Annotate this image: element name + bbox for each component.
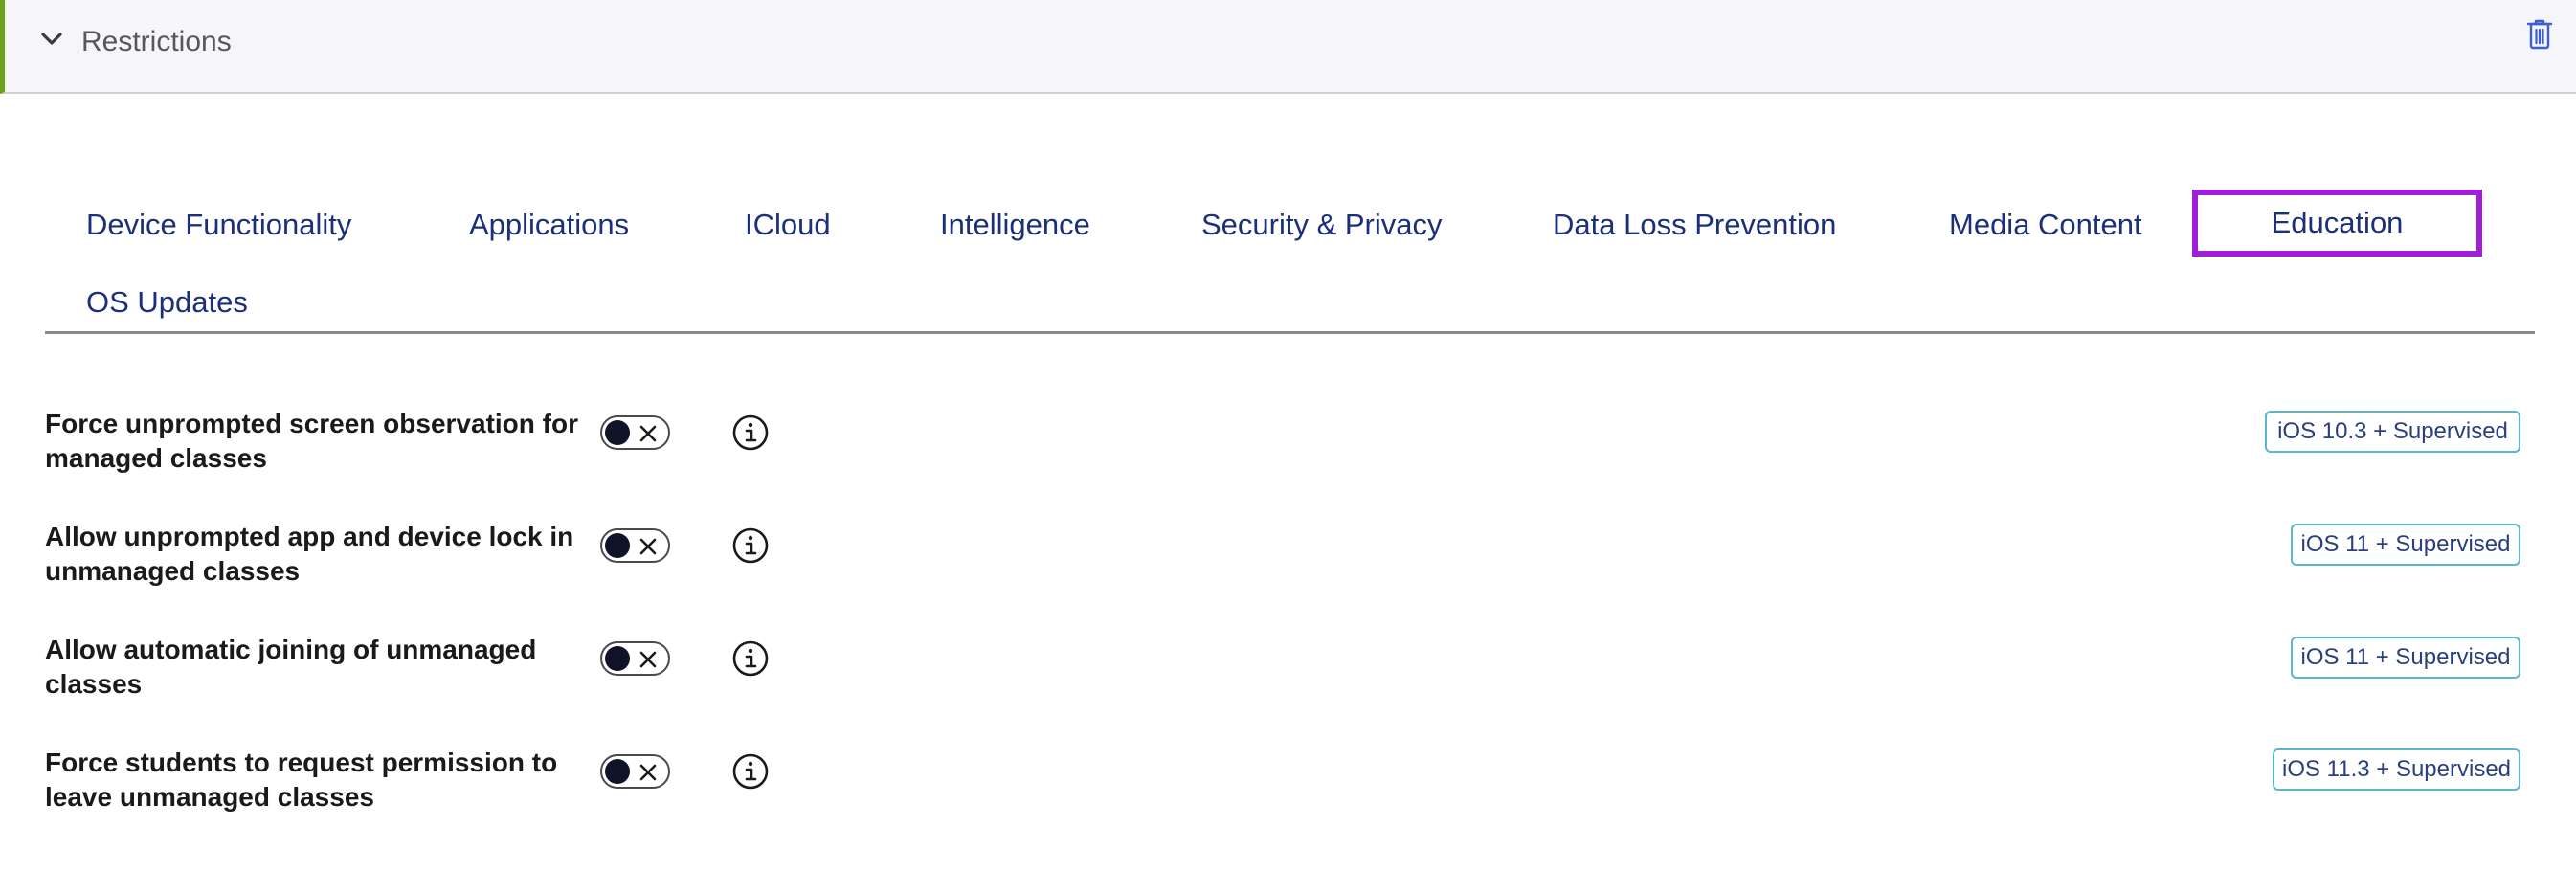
close-icon <box>639 538 657 555</box>
toggle-knob <box>605 420 630 445</box>
toggle-knob <box>605 759 630 784</box>
info-icon[interactable] <box>731 526 770 565</box>
tab-education[interactable]: Education <box>2192 190 2482 257</box>
setting-toggle[interactable] <box>600 528 670 563</box>
close-icon <box>639 764 657 781</box>
setting-toggle[interactable] <box>600 641 670 676</box>
setting-label: Allow unprompted app and device lock in … <box>45 522 574 586</box>
close-icon <box>639 425 657 442</box>
tab-security-privacy[interactable]: Security & Privacy <box>1201 206 1443 244</box>
chevron-down-icon <box>41 33 62 45</box>
trash-icon <box>2526 19 2553 50</box>
tab-os-updates[interactable]: OS Updates <box>86 283 248 322</box>
setting-label: Force students to request permission to … <box>45 748 558 812</box>
toggle-knob <box>605 646 630 671</box>
tab-intelligence[interactable]: Intelligence <box>940 206 1090 244</box>
setting-toggle[interactable] <box>600 415 670 450</box>
info-icon[interactable] <box>731 752 770 791</box>
platform-badge: iOS 10.3 + Supervised <box>2265 411 2520 453</box>
platform-badge: iOS 11.3 + Supervised <box>2273 748 2520 791</box>
section-title: Restrictions <box>81 26 232 57</box>
tab-data-loss-prevention[interactable]: Data Loss Prevention <box>1553 206 1836 244</box>
section-header: Restrictions <box>0 0 2576 94</box>
restrictions-panel: Restrictions Device Functionality Applic… <box>0 0 2576 871</box>
platform-badge: iOS 11 + Supervised <box>2291 524 2520 566</box>
close-icon <box>639 651 657 668</box>
delete-button[interactable] <box>2520 15 2559 54</box>
setting-label: Force unprompted screen observation for … <box>45 409 578 473</box>
toggle-knob <box>605 533 630 558</box>
tab-media-content[interactable]: Media Content <box>1949 206 2142 244</box>
tab-icloud[interactable]: ICloud <box>745 206 831 244</box>
tabs-divider <box>45 331 2535 334</box>
info-icon[interactable] <box>731 413 770 452</box>
info-icon[interactable] <box>731 639 770 678</box>
tab-applications[interactable]: Applications <box>469 206 629 244</box>
platform-badge: iOS 11 + Supervised <box>2291 636 2520 679</box>
setting-toggle[interactable] <box>600 754 670 789</box>
collapse-button[interactable] <box>36 24 67 55</box>
setting-label: Allow automatic joining of unmanaged cla… <box>45 635 537 699</box>
tab-device-functionality[interactable]: Device Functionality <box>86 206 351 244</box>
